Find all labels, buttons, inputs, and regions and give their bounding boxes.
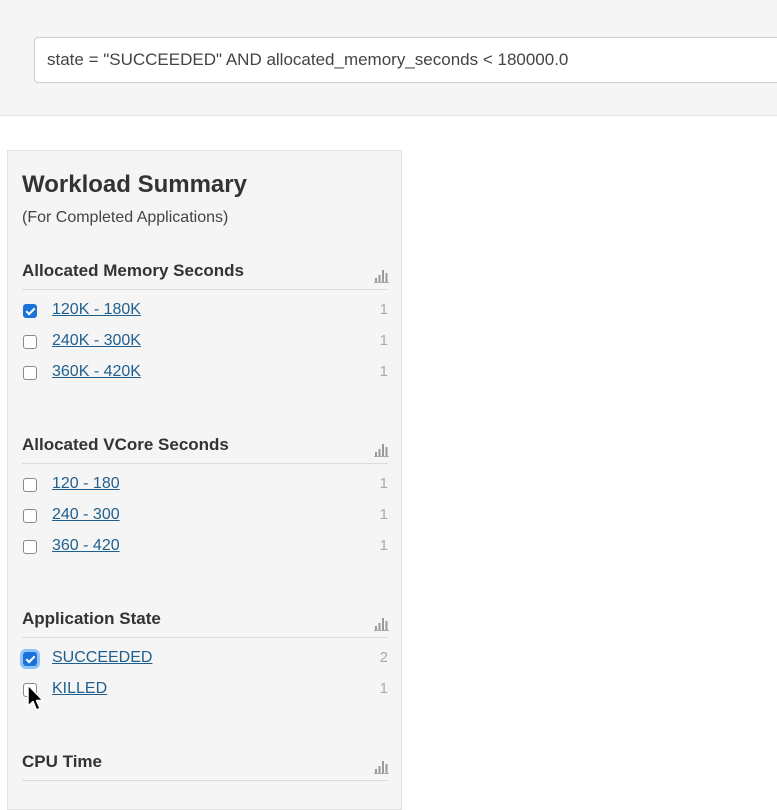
facet-item: 120K - 180K 1 xyxy=(22,296,388,327)
facet-count: 1 xyxy=(379,506,388,523)
workload-summary-panel: Workload Summary (For Completed Applicat… xyxy=(7,150,402,810)
facet-header: Allocated Memory Seconds xyxy=(22,259,390,290)
facet-count: 1 xyxy=(379,363,388,380)
checkbox[interactable] xyxy=(23,304,37,318)
facet-list: 120K - 180K 1 240K - 300K 1 360K - 420K … xyxy=(22,296,388,389)
query-bar xyxy=(0,0,777,116)
facet-count: 1 xyxy=(379,537,388,554)
checkbox[interactable] xyxy=(23,540,37,554)
facet-cpu-time: CPU Time xyxy=(22,750,390,781)
checkbox[interactable] xyxy=(23,478,37,492)
facet-allocated-memory-seconds: Allocated Memory Seconds 120K - 180K 1 2… xyxy=(22,259,390,389)
facet-title: Allocated VCore Seconds xyxy=(22,435,229,454)
facet-header: Allocated VCore Seconds xyxy=(22,433,390,464)
facet-count: 1 xyxy=(379,332,388,349)
bar-chart-icon[interactable] xyxy=(374,267,390,283)
panel-title: Workload Summary xyxy=(22,171,247,198)
facet-link[interactable]: 360K - 420K xyxy=(52,363,141,381)
checkbox[interactable] xyxy=(23,335,37,349)
facet-link[interactable]: 120K - 180K xyxy=(52,301,141,319)
facet-count: 1 xyxy=(379,680,388,697)
facet-item: 360 - 420 1 xyxy=(22,532,388,563)
facet-title: Application State xyxy=(22,609,161,628)
facet-list: 120 - 180 1 240 - 300 1 360 - 420 1 xyxy=(22,470,388,563)
facet-link[interactable]: 120 - 180 xyxy=(52,475,120,493)
facet-item: SUCCEEDED 2 xyxy=(22,644,388,675)
mouse-pointer-icon xyxy=(27,684,44,711)
query-input[interactable] xyxy=(34,37,777,83)
facet-allocated-vcore-seconds: Allocated VCore Seconds 120 - 180 1 240 … xyxy=(22,433,390,563)
facet-title: CPU Time xyxy=(22,752,102,771)
panel-subtitle: (For Completed Applications) xyxy=(22,209,229,226)
bar-chart-icon[interactable] xyxy=(374,441,390,457)
facet-list: SUCCEEDED 2 KILLED 1 xyxy=(22,644,388,706)
facet-header: CPU Time xyxy=(22,750,390,781)
facet-link[interactable]: KILLED xyxy=(52,680,107,698)
facet-item: 360K - 420K 1 xyxy=(22,358,388,389)
facet-item: 240 - 300 1 xyxy=(22,501,388,532)
facet-item: 240K - 300K 1 xyxy=(22,327,388,358)
facet-header: Application State xyxy=(22,607,390,638)
facet-item: KILLED 1 xyxy=(22,675,388,706)
facet-link[interactable]: 240 - 300 xyxy=(52,506,120,524)
checkbox[interactable] xyxy=(23,509,37,523)
facet-link[interactable]: SUCCEEDED xyxy=(52,649,152,667)
facet-count: 2 xyxy=(379,649,388,666)
checkbox[interactable] xyxy=(23,652,37,666)
facet-title: Allocated Memory Seconds xyxy=(22,261,245,280)
checkbox[interactable] xyxy=(23,366,37,380)
facet-application-state: Application State SUCCEEDED 2 KILLED 1 xyxy=(22,607,390,706)
facet-item: 120 - 180 1 xyxy=(22,470,388,501)
bar-chart-icon[interactable] xyxy=(374,758,390,774)
facet-link[interactable]: 360 - 420 xyxy=(52,537,120,555)
facet-count: 1 xyxy=(379,301,388,318)
facet-link[interactable]: 240K - 300K xyxy=(52,332,141,350)
bar-chart-icon[interactable] xyxy=(374,615,390,631)
facet-count: 1 xyxy=(379,475,388,492)
